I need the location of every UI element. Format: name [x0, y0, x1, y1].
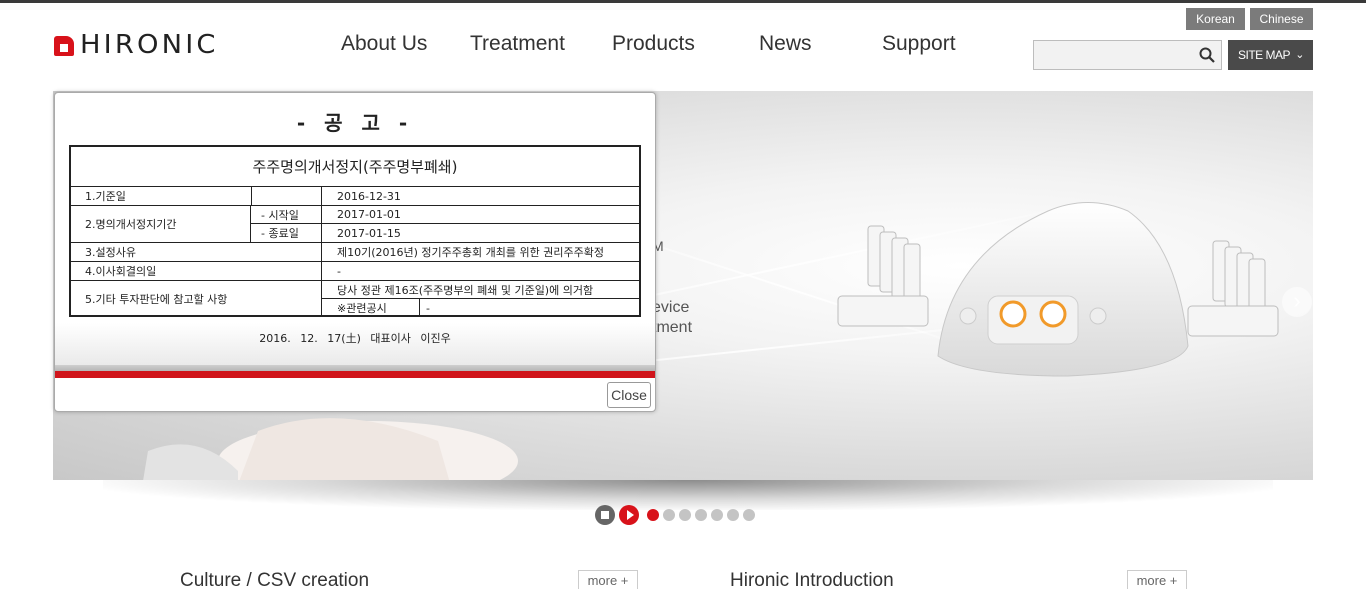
slider-dot[interactable] [711, 509, 723, 521]
section-title-culture: Culture / CSV creation [180, 570, 370, 589]
banner-text-fragment: tment [652, 319, 693, 336]
logo-text: HIRONIC [80, 30, 219, 60]
popup-signature: 2016. 12. 17(土) 대표이사 이진우 [259, 332, 451, 345]
more-button-introduction[interactable]: more + [1127, 570, 1187, 589]
close-button[interactable]: Close [607, 382, 651, 408]
banner-shadow [103, 480, 1273, 510]
search-icon[interactable] [1199, 47, 1215, 63]
table-row: 3.설정사유 제10기(2016년) 정기주주총회 개최를 위한 권리주주확정 [71, 243, 639, 262]
search-box [1033, 40, 1222, 70]
notice-table: 주주명의개서정지(주주명부폐쇄) 1.기준일 2016-12-31 - 시작일 … [69, 145, 641, 317]
popup-heading: - 공 고 - [296, 111, 414, 135]
chevron-down-icon: ⌄ [1295, 49, 1304, 61]
row-value: 2017-01-01 [337, 208, 401, 221]
logo-mark-icon [54, 34, 74, 56]
table-row: 2.명의개서정지기간 [71, 206, 251, 243]
row-value: ※관련공시 [337, 302, 387, 315]
banner-text-fragment: evice [652, 299, 690, 316]
table-row: - 종료일 2017-01-15 [251, 224, 639, 243]
row-value: 2017-01-15 [337, 226, 401, 240]
sitemap-label: SITE MAP [1238, 48, 1291, 62]
row-value: - [337, 264, 341, 278]
row-label: 4.이사회결의일 [85, 265, 157, 278]
row-sub: - 종료일 [261, 227, 299, 240]
slider-stop-button[interactable] [595, 505, 615, 525]
slider-dot[interactable] [695, 509, 707, 521]
slider-dot[interactable] [727, 509, 739, 521]
popup-red-band [55, 371, 655, 378]
search-input[interactable] [1034, 41, 1194, 69]
slider-dot[interactable] [647, 509, 659, 521]
slider-dot[interactable] [663, 509, 675, 521]
nav-treatment[interactable]: Treatment [470, 32, 565, 56]
logo[interactable]: HIRONIC [54, 30, 215, 60]
row-label: 1.기준일 [85, 190, 126, 203]
row-value: 당사 정관 제16조(주주명부의 폐쇄 및 기준일)에 의거함 [337, 283, 594, 297]
row-value: 제10기(2016년) 정기주주총회 개최를 위한 권리주주확정 [337, 246, 604, 259]
notice-title: 주주명의개서정지(주주명부폐쇄) [71, 147, 639, 187]
nav-products[interactable]: Products [612, 32, 695, 56]
row-label: 2.명의개서정지기간 [85, 218, 177, 231]
more-button-culture[interactable]: more + [578, 570, 638, 589]
slider-dot[interactable] [743, 509, 755, 521]
row-label: 5.기타 투자판단에 참고할 사항 [85, 293, 228, 306]
slider-dot[interactable] [679, 509, 691, 521]
table-row: 1.기준일 2016-12-31 [71, 187, 639, 206]
top-border [0, 0, 1366, 3]
sitemap-button[interactable]: SITE MAP ⌄ [1228, 40, 1313, 70]
nav-news[interactable]: News [759, 32, 812, 56]
table-row: 4.이사회결의일 - [71, 262, 639, 281]
slider-play-button[interactable] [619, 505, 639, 525]
row-value: 2016-12-31 [337, 189, 401, 203]
row-sub: - 시작일 [261, 208, 299, 222]
nav-about-us[interactable]: About Us [341, 32, 427, 56]
table-row: - 시작일 2017-01-01 [251, 206, 639, 224]
notice-popup: - 공 고 - 주주명의개서정지(주주명부폐쇄) 1.기준일 2016-12-3… [54, 92, 656, 412]
lang-chinese-button[interactable]: Chinese [1250, 8, 1313, 30]
nav-support[interactable]: Support [882, 32, 956, 56]
slider-next-arrow-icon[interactable]: › [1282, 287, 1312, 317]
row-label: 3.설정사유 [85, 246, 136, 259]
table-row: 5.기타 투자판단에 참고할 사항 당사 정관 제16조(주주명부의 폐쇄 및 … [71, 281, 639, 317]
device-image [837, 202, 1279, 377]
row-value: - [426, 301, 430, 315]
section-title-introduction: Hironic Introduction [730, 570, 894, 589]
lang-korean-button[interactable]: Korean [1186, 8, 1245, 30]
